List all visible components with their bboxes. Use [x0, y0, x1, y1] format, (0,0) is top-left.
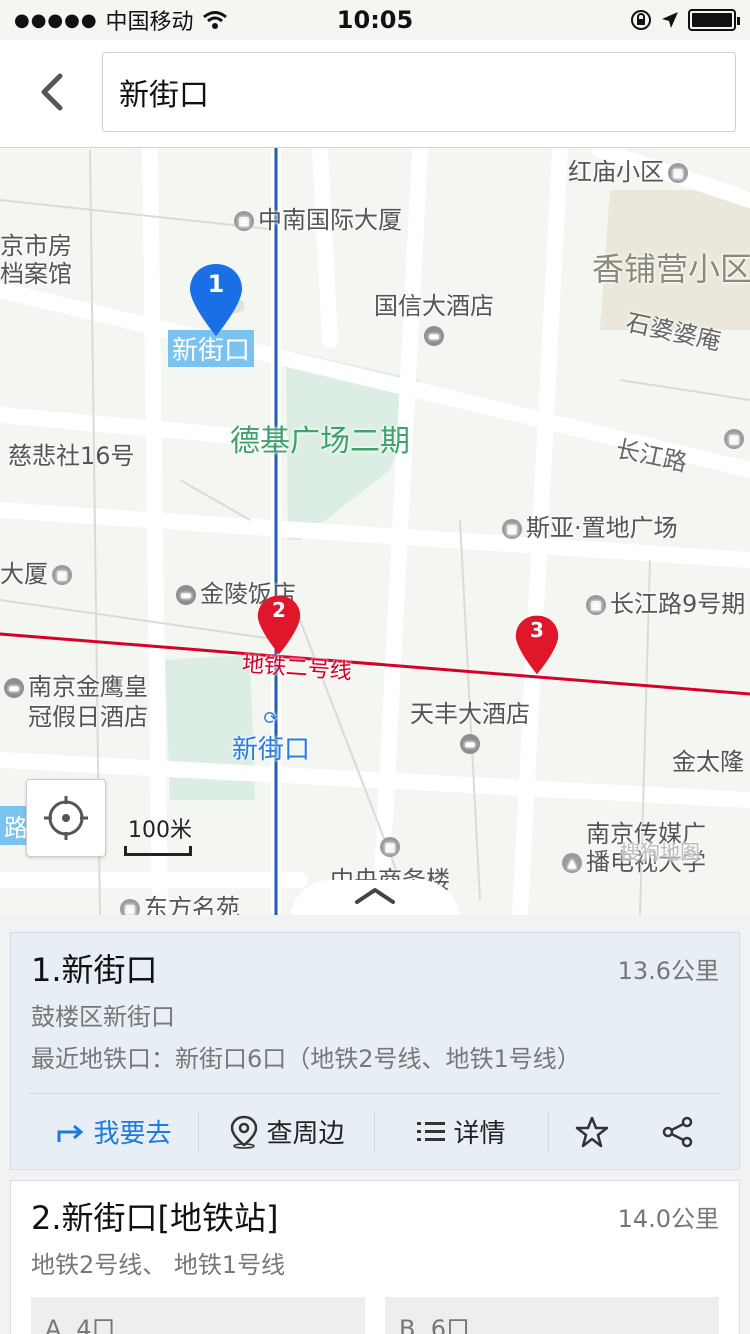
results-panel: 1.新街口 13.6公里 鼓楼区新街口 最近地铁口：新街口6口（地铁2号线、地铁… [0, 915, 750, 1334]
map-label-dongfang: ▦ 东方名苑 [116, 888, 240, 915]
result-distance: 14.0公里 [617, 1205, 719, 1233]
building-icon: ▦ [586, 595, 606, 615]
chevron-up-icon [355, 888, 395, 904]
map-pin-2[interactable]: 2 [256, 594, 302, 656]
map-label-deji: 德基广场二期 [230, 424, 410, 459]
map-label-zhongnan: ▦ 中南国际大厦 [230, 200, 402, 235]
star-icon [576, 1116, 609, 1147]
result-title: 2.新街口[地铁站] [31, 1199, 279, 1237]
nearby-button[interactable]: 查周边 [199, 1111, 376, 1152]
map-label-dasha: 大厦 ▦ [0, 554, 76, 589]
exit-item[interactable]: B. 6口 [385, 1297, 719, 1334]
map-watermark: 搜狗地图 [620, 840, 700, 864]
search-header: 新街口 [0, 40, 750, 148]
building-icon: ▦ [52, 565, 72, 585]
building-icon: ▦ [120, 899, 140, 915]
detail-button[interactable]: 详情 [375, 1111, 549, 1152]
signal-strength: ●●●●● [14, 9, 98, 31]
map-pin-1[interactable]: 1 [188, 262, 246, 338]
status-right [630, 9, 740, 31]
route-arrow-icon [57, 1124, 83, 1142]
back-button[interactable] [24, 62, 80, 122]
map-label-xiangpuying: 香铺营小区 [592, 250, 750, 288]
location-pin-icon [230, 1115, 257, 1149]
school-icon: ▲ [562, 853, 582, 873]
crosshair-icon [44, 796, 88, 840]
map-label-station: ⟳ 新街口 [232, 708, 311, 765]
building-icon: ▦ [502, 519, 522, 539]
hotel-icon: ▬ [460, 734, 480, 754]
map-label-jinying: ▬ 南京金鹰皇 冠假日酒店 [0, 672, 148, 732]
share-button[interactable] [636, 1112, 721, 1152]
search-input[interactable]: 新街口 [102, 52, 736, 132]
carrier-name: 中国移动 [105, 10, 194, 35]
map-label-guoxin: 国信大酒店 ▬ [374, 286, 494, 349]
locate-button[interactable] [26, 779, 106, 857]
result-action-bar: 我要去 查周边 详情 [29, 1093, 721, 1169]
map-label-hongmiao: 红庙小区 ▦ [568, 152, 692, 187]
result-subway-info: 最近地铁口：新街口6口（地铁2号线、地铁1号线） [31, 1045, 581, 1073]
share-icon [663, 1116, 693, 1147]
favorite-button[interactable] [549, 1112, 636, 1152]
map-pin-3[interactable]: 3 [514, 614, 560, 676]
nearby-label: 查周边 [266, 1119, 345, 1149]
pin-number: 2 [272, 598, 286, 622]
hotel-icon: ▬ [176, 585, 196, 605]
wifi-icon [202, 11, 227, 29]
list-icon [417, 1121, 446, 1141]
status-left: ●●●●● 中国移动 [14, 4, 228, 36]
result-distance: 13.6公里 [617, 957, 719, 985]
building-icon: ▦ [234, 211, 254, 231]
map-label-changjiang9: ▦ 长江路9号期 [582, 584, 745, 619]
pin-number: 1 [207, 270, 225, 298]
pin-number: 3 [530, 618, 544, 642]
map-label-edge-building: ▦ [720, 424, 748, 452]
location-arrow-icon [662, 12, 678, 28]
map-label-jintai: 金太隆 [672, 748, 744, 776]
rotation-lock-icon [631, 10, 651, 30]
battery-icon [688, 9, 740, 31]
scale-line [124, 846, 192, 856]
map-label-siya: ▦ 斯亚·置地广场 [498, 508, 678, 543]
result-address: 地铁2号线、 地铁1号线 [31, 1251, 286, 1279]
map-label-archive: 京市房 档案馆 [0, 232, 72, 288]
building-icon: ▦ [380, 837, 400, 857]
go-here-label: 我要去 [93, 1119, 172, 1149]
building-icon: ▦ [724, 429, 744, 449]
exit-item[interactable]: A. 4口 [31, 1297, 365, 1334]
result-card[interactable]: 1.新街口 13.6公里 鼓楼区新街口 最近地铁口：新街口6口（地铁2号线、地铁… [10, 932, 740, 1170]
scale-bar: 100米 [124, 812, 194, 856]
hotel-icon: ▬ [424, 326, 444, 346]
building-icon: ▦ [668, 163, 688, 183]
hotel-icon: ▬ [4, 678, 24, 698]
exit-list: A. 4口 B. 6口 [31, 1297, 719, 1334]
expand-results-button[interactable] [290, 880, 460, 915]
detail-label: 详情 [453, 1119, 506, 1149]
map-label-tianfeng: 天丰大酒店 ▬ [410, 694, 530, 757]
status-bar: ●●●●● 中国移动 10:05 [0, 0, 750, 40]
result-title: 1.新街口 [31, 951, 158, 989]
go-here-button[interactable]: 我要去 [29, 1111, 200, 1152]
metro-station-icon: ⟳ [263, 708, 279, 729]
map-label-cibei: 慈悲社16号 [8, 442, 135, 470]
result-card[interactable]: 2.新街口[地铁站] 14.0公里 地铁2号线、 地铁1号线 A. 4口 B. … [10, 1180, 740, 1334]
result-address: 鼓楼区新街口 [31, 1003, 175, 1031]
chevron-left-icon [41, 73, 63, 111]
scale-text: 100米 [128, 818, 192, 843]
